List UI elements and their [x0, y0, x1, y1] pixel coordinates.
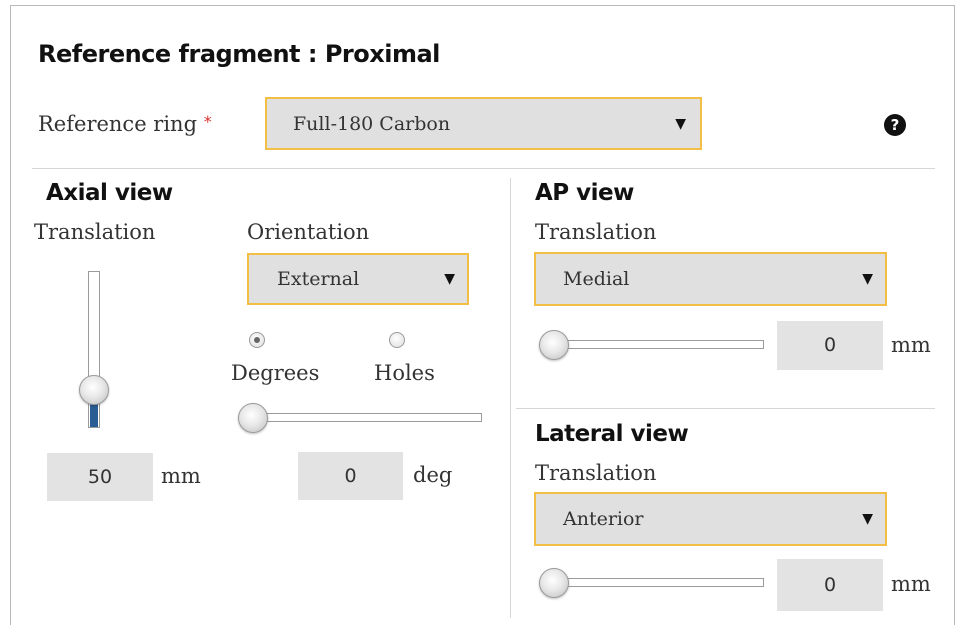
- ap-lateral-divider: [516, 408, 935, 409]
- ap-direction-value: Medial: [563, 268, 630, 290]
- lateral-direction-value: Anterior: [563, 508, 644, 530]
- ap-direction-select[interactable]: Medial ▼: [534, 252, 887, 306]
- chevron-down-icon: ▼: [444, 271, 455, 287]
- header-divider: [32, 168, 935, 169]
- column-divider: [510, 178, 511, 618]
- reference-fragment-title: Reference fragment : Proximal: [38, 40, 440, 68]
- radio-selected-dot: [254, 337, 260, 343]
- ap-translation-handle[interactable]: [539, 330, 569, 360]
- orientation-angle-unit: deg: [413, 463, 453, 487]
- axial-translation-fill: [90, 403, 98, 427]
- axial-view-title: Axial view: [46, 180, 173, 206]
- chevron-down-icon: ▼: [862, 511, 873, 527]
- reference-ring-select[interactable]: Full-180 Carbon ▼: [265, 97, 702, 150]
- chevron-down-icon: ▼: [675, 115, 686, 132]
- reference-fragment-panel: Reference fragment : Proximal Reference …: [10, 5, 955, 625]
- radio-degrees[interactable]: [249, 332, 265, 348]
- orientation-angle-input[interactable]: 0: [298, 452, 403, 500]
- radio-degrees-label: Degrees: [231, 361, 320, 385]
- required-mark: *: [203, 112, 212, 131]
- lateral-translation-track: [551, 578, 764, 587]
- radio-holes-label: Holes: [374, 361, 435, 385]
- axial-translation-label: Translation: [34, 220, 156, 244]
- reference-ring-value: Full-180 Carbon: [293, 112, 451, 135]
- help-icon[interactable]: ?: [884, 114, 906, 136]
- lateral-translation-handle[interactable]: [539, 568, 569, 598]
- reference-ring-label: Reference ring *: [38, 112, 212, 136]
- orientation-label: Orientation: [247, 220, 370, 244]
- orientation-angle-handle[interactable]: [238, 403, 268, 433]
- lateral-view-title: Lateral view: [535, 421, 689, 447]
- orientation-value: External: [277, 268, 360, 290]
- lateral-translation-input[interactable]: 0: [777, 559, 883, 611]
- axial-translation-input[interactable]: 50: [47, 453, 153, 501]
- ap-view-title: AP view: [535, 180, 634, 206]
- lateral-translation-unit: mm: [891, 572, 931, 596]
- radio-holes[interactable]: [389, 332, 405, 348]
- orientation-select[interactable]: External ▼: [247, 253, 469, 305]
- ap-translation-input[interactable]: 0: [777, 321, 883, 370]
- ap-translation-track: [551, 340, 764, 349]
- orientation-angle-track: [251, 413, 482, 422]
- reference-ring-label-text: Reference ring: [38, 112, 198, 136]
- ap-translation-label: Translation: [535, 220, 657, 244]
- ap-translation-unit: mm: [891, 333, 931, 357]
- lateral-direction-select[interactable]: Anterior ▼: [534, 492, 887, 546]
- axial-translation-unit: mm: [161, 464, 201, 488]
- lateral-translation-label: Translation: [535, 461, 657, 485]
- axial-translation-handle[interactable]: [79, 375, 109, 405]
- chevron-down-icon: ▼: [862, 271, 873, 287]
